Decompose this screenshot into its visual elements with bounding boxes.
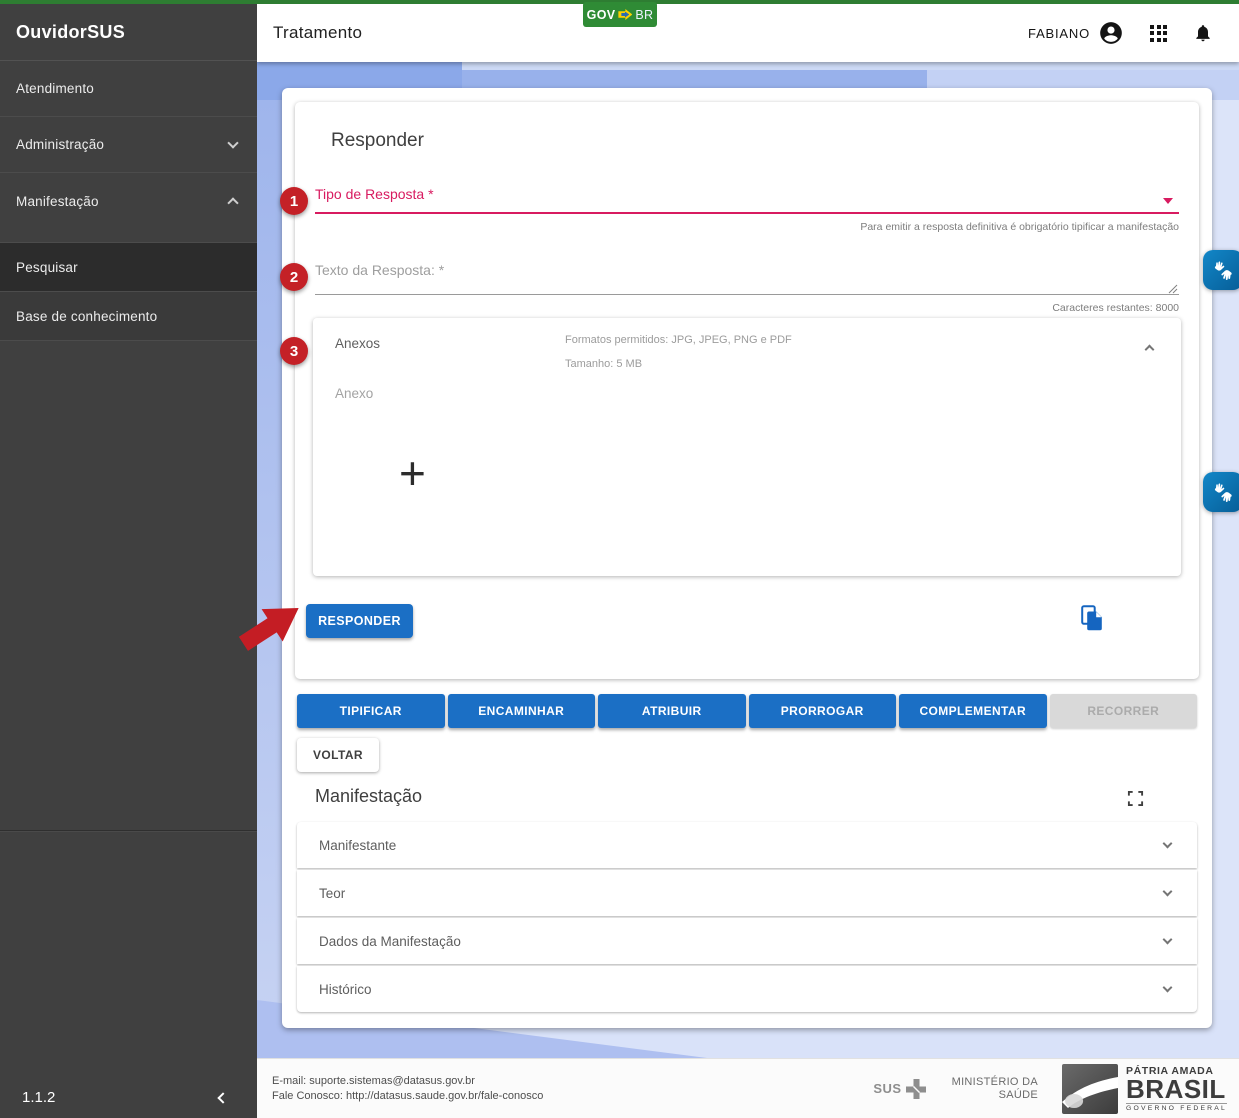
sidebar-item-label: Administração: [16, 137, 104, 152]
sidebar-item-label: Pesquisar: [16, 260, 78, 275]
anexos-size: Tamanho: 5 MB: [565, 358, 642, 370]
sidebar-item-pesquisar[interactable]: Pesquisar: [0, 243, 257, 292]
anexo-label: Anexo: [335, 386, 373, 401]
texto-resposta-underline: [315, 294, 1179, 295]
sidebar-submenu: Pesquisar Base de conhecimento: [0, 242, 257, 341]
govbr-arrow-icon: [618, 9, 632, 20]
sidebar: OuvidorSUS Atendimento Administração Man…: [0, 4, 257, 1118]
tipo-resposta-label: Tipo de Resposta *: [315, 186, 434, 202]
main-card: Responder Tipo de Resposta * Para emitir…: [282, 88, 1212, 1028]
brand-main: BRASIL: [1126, 1077, 1227, 1102]
sidebar-item-administracao[interactable]: Administração: [0, 117, 257, 173]
grid-apps-icon[interactable]: [1150, 25, 1167, 42]
footer-logos: SUS MINISTÉRIO DA SAÚDE: [873, 1064, 1227, 1114]
accordion-row-teor[interactable]: Teor: [297, 870, 1197, 916]
responder-panel: Responder Tipo de Resposta * Para emitir…: [295, 102, 1199, 679]
responder-button[interactable]: RESPONDER: [306, 604, 413, 638]
encaminhar-button[interactable]: ENCAMINHAR: [448, 694, 596, 728]
chevron-down-icon: [1163, 934, 1173, 944]
collapse-sidebar-icon[interactable]: [217, 1092, 228, 1103]
username[interactable]: FABIANO: [1028, 26, 1090, 41]
resize-handle-icon[interactable]: [1168, 281, 1178, 299]
anexos-formats: Formatos permitidos: JPG, JPEG, PNG e PD…: [565, 334, 792, 346]
email-value: suporte.sistemas@datasus.gov.br: [309, 1075, 475, 1087]
annotation-step-2: 2: [280, 263, 308, 291]
sidebar-nav: Atendimento Administração Manifestação P…: [0, 61, 257, 341]
accordion-label: Teor: [319, 886, 345, 901]
sidebar-item-base-conhecimento[interactable]: Base de conhecimento: [0, 292, 257, 341]
sus-label: SUS: [873, 1081, 901, 1096]
brasil-government-logo: PÁTRIA AMADA BRASIL GOVERNO FEDERAL: [1062, 1064, 1227, 1114]
ministry-label: MINISTÉRIO DA SAÚDE: [952, 1076, 1038, 1102]
action-buttons-row: TIPIFICAR ENCAMINHAR ATRIBUIR PRORROGAR …: [297, 694, 1197, 728]
brand-bottom: GOVERNO FEDERAL: [1126, 1105, 1227, 1112]
voltar-button[interactable]: VOLTAR: [297, 738, 379, 772]
accordion-row-dados[interactable]: Dados da Manifestação: [297, 918, 1197, 964]
sidebar-footer: 1.1.2: [0, 1089, 257, 1106]
chars-remaining: Caracteres restantes: 8000: [1052, 302, 1179, 314]
app-root: OuvidorSUS Atendimento Administração Man…: [0, 0, 1239, 1118]
manifestacao-accordion: Manifestante Teor Dados da Manifestação …: [297, 822, 1197, 1014]
sidebar-item-atendimento[interactable]: Atendimento: [0, 61, 257, 117]
annotation-step-1: 1: [280, 187, 308, 215]
accordion-row-manifestante[interactable]: Manifestante: [297, 822, 1197, 868]
sus-cross-icon: [904, 1077, 928, 1101]
chevron-down-icon: [1163, 886, 1173, 896]
chevron-up-icon[interactable]: [1145, 345, 1155, 355]
chevron-down-icon: [1163, 838, 1173, 848]
caret-down-icon: [1163, 198, 1173, 204]
govbr-br-label: BR: [635, 8, 653, 22]
add-attachment-button[interactable]: +: [399, 450, 426, 496]
responder-title: Responder: [331, 130, 424, 152]
sidebar-item-label: Atendimento: [16, 81, 94, 96]
libras-hands-icon[interactable]: [1203, 472, 1239, 512]
app-version: 1.1.2: [22, 1089, 55, 1106]
accordion-label: Histórico: [319, 982, 372, 997]
anexos-title: Anexos: [335, 336, 380, 351]
account-circle-icon[interactable]: [1098, 20, 1124, 46]
footer: E-mail: suporte.sistemas@datasus.gov.br …: [257, 1058, 1239, 1118]
bell-icon[interactable]: [1193, 22, 1213, 44]
accordion-label: Dados da Manifestação: [319, 934, 461, 949]
anexos-panel: Anexos Formatos permitidos: JPG, JPEG, P…: [313, 318, 1181, 576]
govbr-badge: GOV BR: [583, 2, 657, 27]
brasil-flag-icon: [1062, 1064, 1118, 1114]
prorrogar-button[interactable]: PRORROGAR: [749, 694, 897, 728]
libras-hands-icon[interactable]: [1203, 250, 1239, 290]
tipo-resposta-helper: Para emitir a resposta definitiva é obri…: [860, 221, 1179, 233]
texto-resposta-label: Texto da Resposta: *: [315, 262, 444, 278]
accordion-row-historico[interactable]: Histórico: [297, 966, 1197, 1012]
email-label: E-mail:: [272, 1075, 306, 1087]
recorrer-button[interactable]: RECORRER: [1050, 694, 1198, 728]
sidebar-item-label: Base de conhecimento: [16, 309, 157, 324]
sidebar-item-label: Manifestação: [16, 194, 99, 209]
page-title: Tratamento: [273, 23, 362, 43]
tipo-resposta-underline: [315, 212, 1179, 214]
sus-logo: SUS: [873, 1077, 927, 1101]
manifestacao-title: Manifestação: [315, 786, 422, 807]
chevron-down-icon: [1163, 982, 1173, 992]
atribuir-button[interactable]: ATRIBUIR: [598, 694, 746, 728]
complementar-button[interactable]: COMPLEMENTAR: [899, 694, 1047, 728]
accordion-label: Manifestante: [319, 838, 396, 853]
sidebar-divider: [0, 830, 257, 832]
tipificar-button[interactable]: TIPIFICAR: [297, 694, 445, 728]
chevron-up-icon: [227, 197, 238, 208]
contact-label: Fale Conosco:: [272, 1090, 343, 1102]
contact-value: http://datasus.saude.gov.br/fale-conosco: [346, 1090, 543, 1102]
fullscreen-icon[interactable]: [1127, 790, 1144, 812]
annotation-step-3: 3: [280, 337, 308, 365]
sidebar-item-manifestacao[interactable]: Manifestação: [0, 173, 257, 229]
app-title: OuvidorSUS: [0, 4, 257, 61]
copy-document-icon[interactable]: [1081, 605, 1103, 636]
top-bar: Tratamento FABIANO: [257, 4, 1239, 62]
top-bar-actions: FABIANO: [1028, 20, 1213, 46]
chevron-down-icon: [227, 137, 238, 148]
govbr-gov-label: GOV: [587, 8, 616, 22]
footer-contact: E-mail: suporte.sistemas@datasus.gov.br …: [272, 1074, 543, 1104]
